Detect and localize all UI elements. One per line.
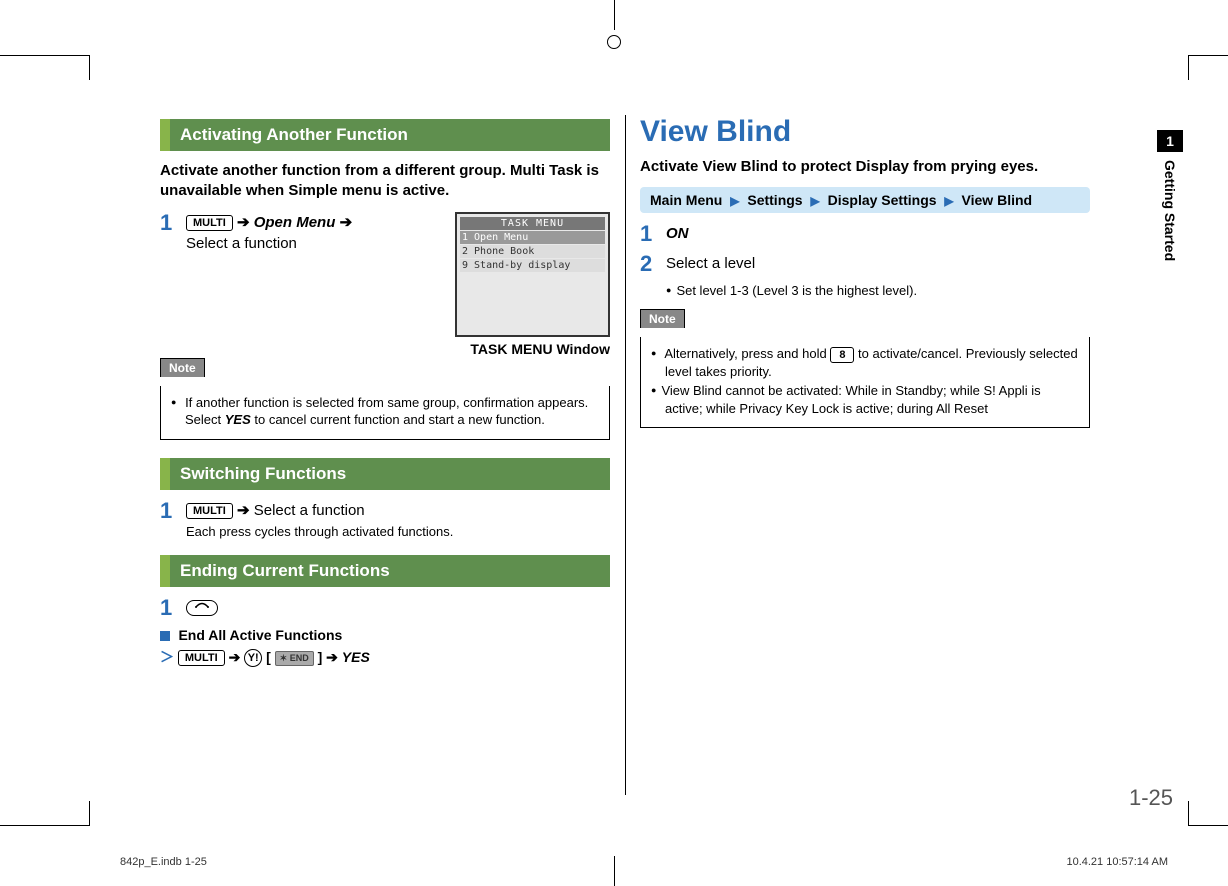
end-all-block: End All Active Functions ＞ MULTI ➔ Y! [ …: [160, 627, 610, 667]
multi-key-icon: MULTI: [186, 503, 233, 519]
end-all-label: End All Active Functions: [178, 627, 342, 643]
step-1-body: ON: [666, 223, 689, 244]
chapter-number: 1: [1157, 130, 1183, 152]
heading-ending-text: Ending Current Functions: [170, 555, 610, 587]
chevron-right-icon: ▶: [730, 194, 739, 208]
arrow-icon: ➔: [237, 214, 254, 231]
crop-mark-top: [584, 0, 644, 45]
note-view-blind: Note Alternatively, press and hold 8 to …: [640, 308, 1090, 428]
note-1-text-b: to cancel current function and start a n…: [251, 412, 545, 427]
multi-key-icon: MULTI: [178, 650, 225, 666]
nav-main-menu: Main Menu: [650, 192, 722, 208]
task-menu-screenshot: TASK MENU 1 Open Menu 2 Phone Book 9 Sta…: [455, 212, 610, 357]
activating-lead: Activate another function from a differe…: [160, 161, 610, 202]
step-number-1: 1: [160, 500, 186, 522]
switch-select-text: Select a function: [254, 502, 365, 519]
square-bullet-icon: [160, 631, 170, 641]
chevron-right-icon: ▶: [944, 194, 953, 208]
select-function-text: Select a function: [186, 235, 297, 252]
note-item-1: Alternatively, press and hold 8 to activ…: [665, 345, 1079, 380]
footer-left: 842p_E.indb 1-25: [120, 856, 207, 868]
right-column: View Blind Activate View Blind to protec…: [640, 115, 1090, 815]
side-tab: 1 Getting Started: [1157, 130, 1183, 269]
step-1-body: MULTI ➔ Open Menu ➔ Select a function: [186, 212, 352, 254]
step1-row: TASK MENU 1 Open Menu 2 Phone Book 9 Sta…: [160, 212, 610, 357]
end-all-heading: End All Active Functions: [160, 627, 610, 645]
crop-mark-br: [1188, 801, 1228, 826]
crop-mark-tl: [0, 55, 90, 80]
note-item-1a: Alternatively, press and hold: [664, 346, 830, 361]
screenshot-caption: TASK MENU Window: [455, 341, 610, 357]
arrow-icon: ➔: [237, 502, 254, 519]
ending-step-body: [186, 597, 218, 618]
screenshot-frame: TASK MENU 1 Open Menu 2 Phone Book 9 Sta…: [455, 212, 610, 337]
step-2-body: Select a level: [666, 253, 755, 274]
left-column: Activating Another Function Activate ano…: [160, 115, 610, 815]
column-divider: [625, 115, 626, 795]
heading-activating: Activating Another Function: [160, 119, 610, 151]
note-1-item: If another function is selected from sam…: [185, 394, 599, 429]
screenshot-row-3: 9 Stand-by display: [460, 259, 605, 272]
end-call-key-icon: [186, 600, 218, 616]
step-2-sub: Set level 1-3 (Level 3 is the highest le…: [666, 283, 1090, 298]
arrow-icon: ➔: [340, 214, 353, 231]
switching-step-1: 1 MULTI ➔ Select a function Each press c…: [160, 500, 610, 541]
step-number-1: 1: [160, 597, 186, 619]
nav-view-blind: View Blind: [962, 192, 1033, 208]
crop-mark-bl: [0, 801, 90, 826]
multi-key-icon: MULTI: [186, 215, 233, 231]
crop-mark-tr: [1188, 55, 1228, 80]
screenshot-row-2: 2 Phone Book: [460, 245, 605, 258]
note-1-yes: YES: [225, 412, 251, 427]
footer-right: 10.4.21 10:57:14 AM: [1066, 856, 1168, 868]
select-level-text: Select a level: [666, 255, 755, 272]
switch-sub-text: Each press cycles through activated func…: [186, 523, 453, 541]
end-all-sequence: ＞ MULTI ➔ Y! [ ✶ END ] ➔ YES: [160, 647, 610, 667]
note-label: Note: [160, 358, 205, 377]
eight-key-icon: 8: [830, 347, 854, 363]
screenshot-row-1: 1 Open Menu: [460, 231, 605, 244]
chapter-label: Getting Started: [1157, 152, 1183, 269]
nav-settings: Settings: [747, 192, 802, 208]
heading-ending: Ending Current Functions: [160, 555, 610, 587]
on-label: ON: [666, 225, 689, 242]
view-blind-step-1: 1 ON: [640, 223, 1090, 245]
view-blind-step-2: 2 Select a level: [640, 253, 1090, 275]
switching-step-body: MULTI ➔ Select a function Each press cyc…: [186, 500, 453, 541]
bracket-open: [: [266, 649, 271, 665]
ending-step-1: 1: [160, 597, 610, 619]
note-1: Note If another function is selected fro…: [160, 357, 610, 440]
screenshot-title: TASK MENU: [460, 217, 605, 230]
chevron-right-icon: ▶: [810, 194, 819, 208]
step-number-1: 1: [640, 223, 666, 245]
arrow-icon: ➔: [229, 649, 245, 665]
view-blind-lead: Activate View Blind to protect Display f…: [640, 157, 1090, 177]
end-seq-yes: YES: [342, 649, 370, 665]
step-number-1: 1: [160, 212, 186, 234]
arrow-icon: ➔: [326, 649, 342, 665]
menu-path-bar: Main Menu ▶ Settings ▶ Display Settings …: [640, 187, 1090, 213]
heading-activating-text: Activating Another Function: [170, 119, 610, 151]
chevron-icon: ＞: [160, 649, 174, 665]
nav-display-settings: Display Settings: [828, 192, 937, 208]
bracket-close: ]: [318, 649, 327, 665]
view-blind-title: View Blind: [640, 115, 1090, 149]
heading-switching-text: Switching Functions: [170, 458, 610, 490]
step-number-2: 2: [640, 253, 666, 275]
heading-switching: Switching Functions: [160, 458, 610, 490]
page-number: 1-25: [1129, 785, 1173, 811]
open-menu-label: Open Menu: [254, 214, 336, 231]
print-footer: 842p_E.indb 1-25 10.4.21 10:57:14 AM: [120, 856, 1168, 868]
page-body: Activating Another Function Activate ano…: [160, 115, 1090, 815]
end-badge-icon: ✶ END: [275, 651, 314, 666]
activating-step-1: 1 MULTI ➔ Open Menu ➔ Select a function: [160, 212, 445, 254]
note-item-2: View Blind cannot be activated: While in…: [665, 382, 1079, 417]
y-key-icon: Y!: [244, 649, 262, 667]
note-label: Note: [640, 309, 685, 328]
